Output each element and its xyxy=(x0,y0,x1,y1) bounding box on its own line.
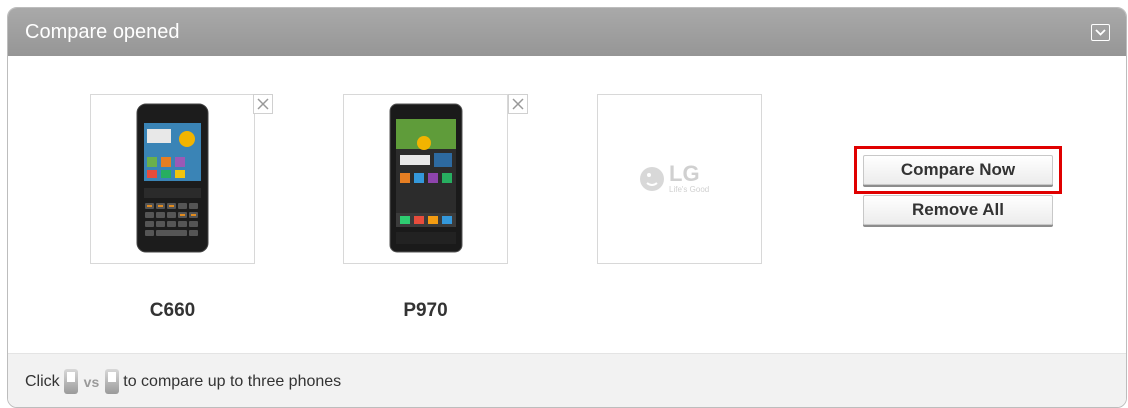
compare-slot-2 xyxy=(343,94,508,264)
footer-suffix: to compare up to three phones xyxy=(123,372,342,390)
footer-hint: Click vs to compare up to three phones xyxy=(8,353,1126,407)
phone-icon xyxy=(63,369,78,394)
compare-now-button[interactable]: Compare Now xyxy=(863,155,1053,185)
compare-slot-empty: LG Life's Good xyxy=(597,94,762,264)
compare-slot-1 xyxy=(90,94,255,264)
model-label-1: C660 xyxy=(149,300,196,321)
remove-p970-button[interactable] xyxy=(508,94,528,114)
close-icon xyxy=(257,98,269,110)
lg-logo-text: LG xyxy=(669,161,700,186)
footer-prefix: Click xyxy=(25,372,60,390)
collapse-button[interactable] xyxy=(1091,23,1110,41)
panel-title: Compare opened xyxy=(25,20,180,43)
chevron-down-icon xyxy=(1095,28,1106,36)
close-icon xyxy=(512,98,524,110)
lg-tagline: Life's Good xyxy=(669,185,710,194)
vs-label: vs xyxy=(83,373,100,390)
model-label-2: P970 xyxy=(403,300,448,321)
compare-header: Compare opened xyxy=(8,8,1126,56)
phone-image-p970 xyxy=(389,103,463,253)
compare-panel: Compare opened C660 P970 LG Life's Good … xyxy=(7,7,1127,408)
remove-c660-button[interactable] xyxy=(253,94,273,114)
phone-image-c660 xyxy=(136,103,209,253)
phone-icon xyxy=(105,369,120,394)
lg-logo-icon xyxy=(640,166,664,191)
lg-logo: LG Life's Good xyxy=(639,163,709,194)
remove-all-button[interactable]: Remove All xyxy=(863,195,1053,225)
